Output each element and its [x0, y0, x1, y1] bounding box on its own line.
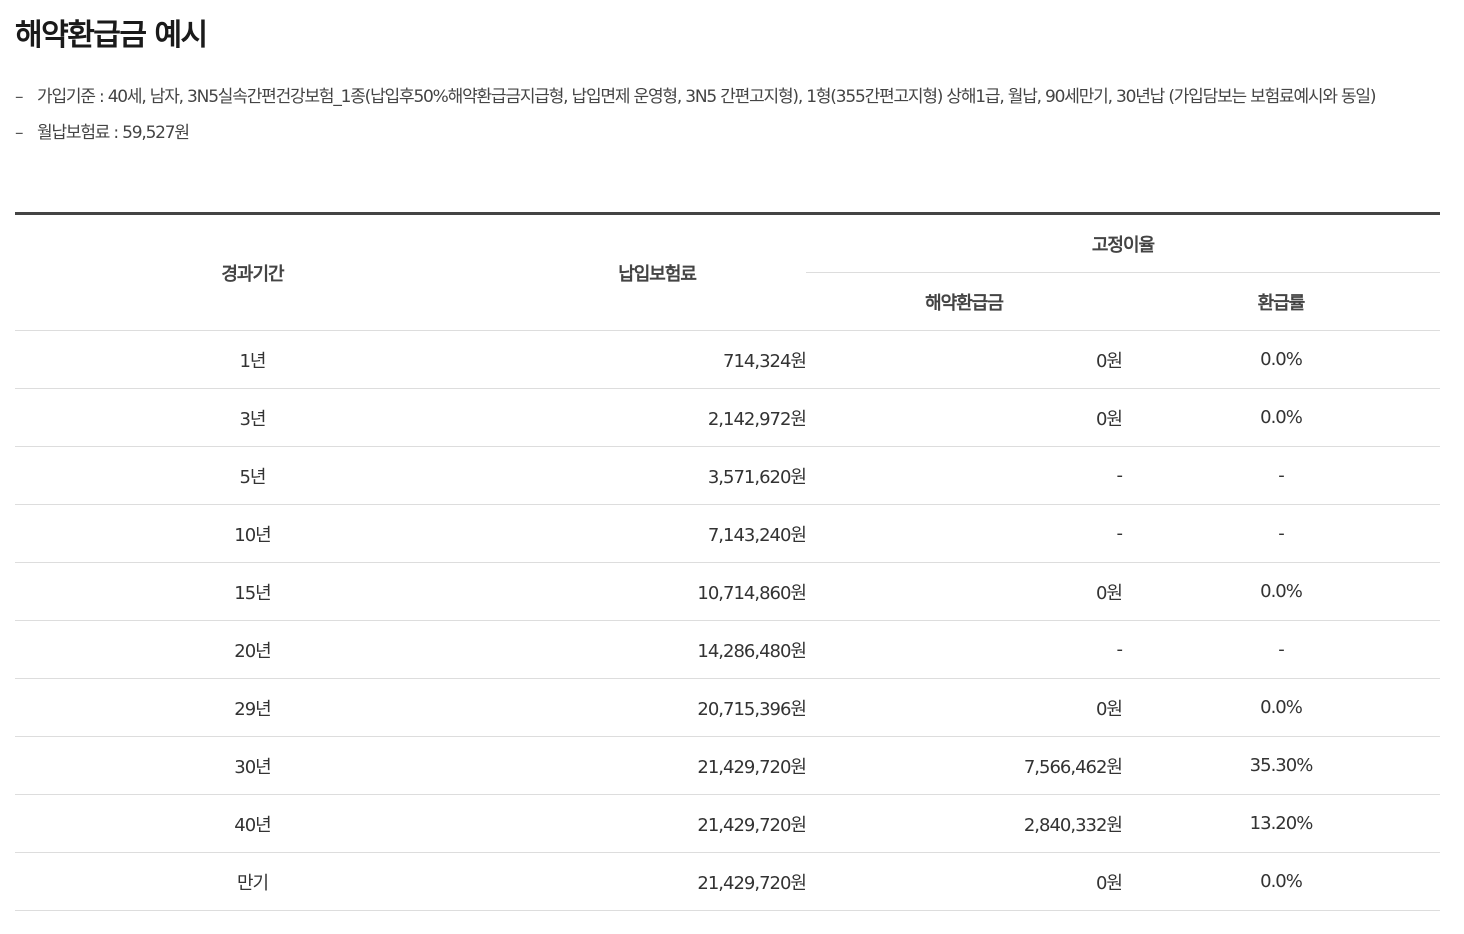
dash-bullet-icon: – [15, 123, 24, 143]
header-refund: 해약환급금 [806, 272, 1122, 331]
cell-refund: - [806, 446, 1123, 505]
cell-premium: 21,429,720원 [490, 794, 807, 853]
cell-rate: 0.0% [1122, 388, 1440, 447]
refund-example-section: 해약환급금 예시 – 가입기준 : 40세, 남자, 3N5실속간편건강보험_1… [0, 0, 1464, 934]
cell-period: 10년 [15, 504, 490, 563]
table-row: 30년 21,429,720원 7,566,462원 35.30% [15, 736, 1440, 795]
cell-premium: 21,429,720원 [490, 852, 807, 911]
cell-premium: 3,571,620원 [490, 446, 807, 505]
section-title: 해약환급금 예시 [15, 18, 208, 53]
cell-refund: 2,840,332원 [806, 794, 1123, 853]
cell-rate: 13.20% [1122, 794, 1440, 853]
table-row: 1년 714,324원 0원 0.0% [15, 330, 1440, 389]
cell-refund: - [806, 620, 1123, 679]
cell-rate: - [1122, 504, 1440, 563]
cell-refund: 0원 [806, 852, 1123, 911]
cell-rate: - [1122, 446, 1440, 505]
table-row: 40년 21,429,720원 2,840,332원 13.20% [15, 794, 1440, 853]
cell-period: 20년 [15, 620, 490, 679]
dash-bullet-icon: – [15, 87, 24, 107]
header-period: 경과기간 [15, 213, 490, 331]
header-premium: 납입보험료 [490, 213, 806, 331]
note-item: – 월납보험료 : 59,527원 [15, 118, 1440, 149]
cell-refund: 0원 [806, 562, 1123, 621]
table-row: 10년 7,143,240원 - - [15, 504, 1440, 563]
cell-premium: 21,429,720원 [490, 736, 807, 795]
cell-period: 29년 [15, 678, 490, 737]
refund-table: 경과기간 납입보험료 고정이율 해약환급금 환급률 1년 714,324원 0원 0.… [15, 212, 1440, 911]
cell-period: 15년 [15, 562, 490, 621]
note-item: – 가입기준 : 40세, 남자, 3N5실속간편건강보험_1종(납입후50%해… [15, 82, 1440, 113]
table-row: 29년 20,715,396원 0원 0.0% [15, 678, 1440, 737]
cell-premium: 2,142,972원 [490, 388, 807, 447]
note-text-monthly-premium: 월납보험료 : 59,527원 [37, 123, 190, 143]
cell-rate: - [1122, 620, 1440, 679]
cell-refund: 0원 [806, 678, 1123, 737]
table-header-row: 경과기간 납입보험료 고정이율 [15, 213, 1440, 331]
cell-period: 3년 [15, 388, 490, 447]
table-body: 1년 714,324원 0원 0.0% 3년 2,142,972원 0원 0.0% 5년 3,57… [15, 330, 1440, 911]
cell-period: 5년 [15, 446, 490, 505]
cell-premium: 714,324원 [490, 330, 807, 389]
cell-rate: 0.0% [1122, 562, 1440, 621]
note-text-enrollment-basis: 가입기준 : 40세, 남자, 3N5실속간편건강보험_1종(납입후50%해약환… [37, 87, 1377, 107]
cell-rate: 0.0% [1122, 852, 1440, 911]
condition-notes: – 가입기준 : 40세, 남자, 3N5실속간편건강보험_1종(납입후50%해… [15, 82, 1440, 154]
cell-rate: 0.0% [1122, 678, 1440, 737]
cell-refund: - [806, 504, 1123, 563]
cell-refund: 0원 [806, 388, 1123, 447]
cell-period: 만기 [15, 852, 490, 911]
header-rate: 환급률 [1122, 272, 1440, 331]
cell-premium: 20,715,396원 [490, 678, 807, 737]
table-row: 15년 10,714,860원 0원 0.0% [15, 562, 1440, 621]
cell-period: 40년 [15, 794, 490, 853]
cell-premium: 7,143,240원 [490, 504, 807, 563]
cell-premium: 14,286,480원 [490, 620, 807, 679]
cell-refund: 7,566,462원 [806, 736, 1123, 795]
cell-refund: 0원 [806, 330, 1123, 389]
table-row: 3년 2,142,972원 0원 0.0% [15, 388, 1440, 447]
cell-rate: 0.0% [1122, 330, 1440, 389]
cell-period: 1년 [15, 330, 490, 389]
table-row: 5년 3,571,620원 - - [15, 446, 1440, 505]
header-fixed-rate-group: 고정이율 [806, 213, 1440, 273]
cell-period: 30년 [15, 736, 490, 795]
cell-premium: 10,714,860원 [490, 562, 807, 621]
cell-rate: 35.30% [1122, 736, 1440, 795]
table-row: 만기 21,429,720원 0원 0.0% [15, 852, 1440, 911]
table-row: 20년 14,286,480원 - - [15, 620, 1440, 679]
